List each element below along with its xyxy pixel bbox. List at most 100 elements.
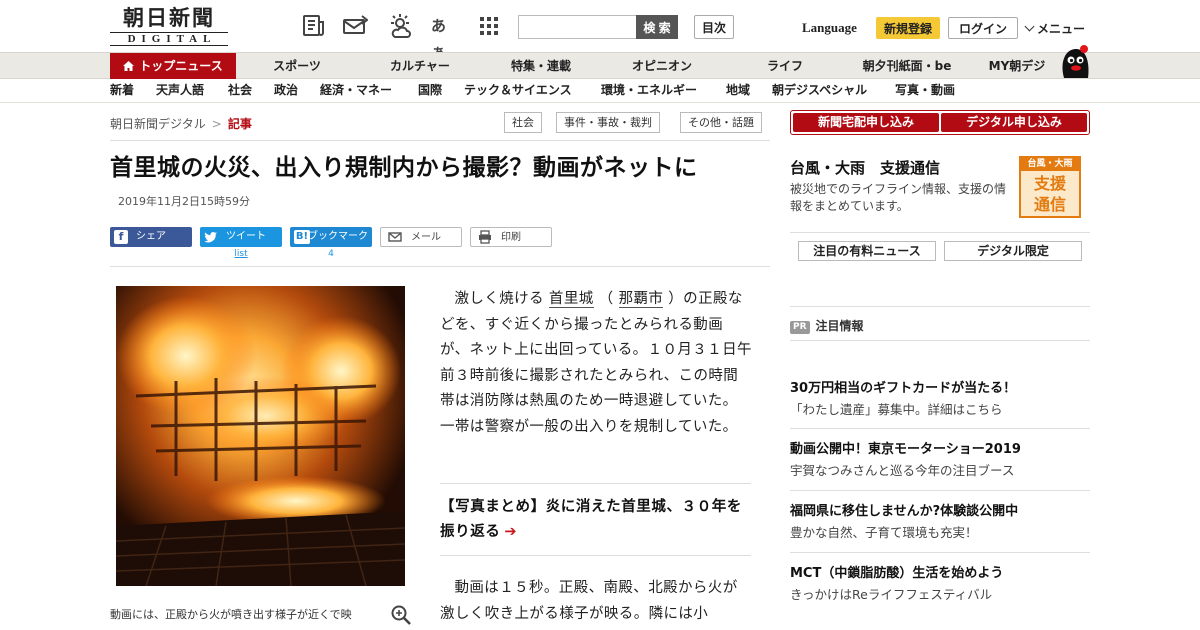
login-button[interactable]: ログイン <box>948 17 1018 39</box>
tag-incidents[interactable]: 事件・事故・裁判 <box>556 112 660 133</box>
logo-kanji: 朝日新聞 <box>123 5 215 30</box>
subnav-item-new[interactable]: 新着 <box>110 79 134 102</box>
facebook-icon: f <box>114 230 128 244</box>
article-headline: 首里城の火災、出入り規制内から撮影？動画がネットに <box>110 155 698 181</box>
fire-photo-image <box>116 286 405 586</box>
subnav-item-international[interactable]: 国際 <box>418 79 442 102</box>
divider <box>110 140 770 141</box>
pr-heading: PR 注目情報 <box>790 317 864 334</box>
twitter-count[interactable]: list <box>200 249 282 259</box>
paper-subscribe-button[interactable]: 新聞宅配申し込み <box>793 113 939 132</box>
logo-roman: DIGITAL <box>110 32 228 46</box>
subnav-item-environment[interactable]: 環境・エネルギー <box>601 79 697 102</box>
bookmark-label: ブックマーク <box>308 231 368 242</box>
nav-item-features[interactable]: 特集・連載 <box>500 53 582 79</box>
mascot-icon[interactable] <box>1058 44 1092 80</box>
mail-icon[interactable] <box>342 13 368 39</box>
body-text: （ <box>598 291 614 307</box>
divider <box>440 483 751 484</box>
weather-icon[interactable] <box>387 13 413 39</box>
envelope-icon <box>388 232 402 242</box>
nav-item-culture[interactable]: カルチャー <box>380 53 460 79</box>
related-link-text: 【写真まとめ】炎に消えた首里城、３０年を振り返る <box>440 499 742 540</box>
printer-icon <box>479 230 491 244</box>
site-header: 朝日新聞 DIGITAL あぁ 検 索 目次 Language 新規登録 ログイ… <box>0 0 1200 61</box>
chevron-down-icon <box>1024 21 1035 32</box>
keyword-link-shurijo[interactable]: 首里城 <box>548 291 594 308</box>
nav-label: トップニュース <box>139 59 223 73</box>
hatena-count[interactable]: 4 <box>290 249 372 259</box>
breadcrumb-home[interactable]: 朝日新聞デジタル <box>110 117 206 131</box>
nav-item-my-asadigi[interactable]: MY朝デジ <box>982 53 1052 79</box>
subnav-item-tenseijingo[interactable]: 天声人語 <box>156 79 204 102</box>
digital-subscribe-button[interactable]: デジタル申し込み <box>941 113 1087 132</box>
subnav-item-tech-science[interactable]: テック＆サイエンス <box>464 79 572 102</box>
font-size-icon[interactable]: あぁ <box>431 13 457 61</box>
pr-badge: PR <box>790 321 810 334</box>
keyword-link-naha[interactable]: 那覇市 <box>618 291 664 308</box>
print-label: 印刷 <box>501 232 521 243</box>
typhoon-support-badge[interactable]: 台風・大雨 支援 通信 <box>1019 156 1081 218</box>
language-link[interactable]: Language <box>802 20 857 36</box>
article-body-paragraph-2: 動画は１５秒。正殿、南殿、北殿から火が激しく吹き上がる様子が映る。隣には小 <box>440 580 738 622</box>
nav-item-opinion[interactable]: オピニオン <box>622 53 702 79</box>
divider <box>790 232 1090 233</box>
divider <box>790 306 1090 307</box>
arrow-right-icon: ➔ <box>504 524 518 540</box>
newspaper-icon[interactable] <box>301 13 327 39</box>
divider <box>110 266 770 267</box>
pr-ad-item[interactable]: MCT（中鎖脂肪酸）生活を始めよう きっかけはReライフフェスティバル <box>790 565 1090 604</box>
divider <box>790 428 1090 429</box>
asahi-digital-logo[interactable]: 朝日新聞 DIGITAL <box>110 6 228 48</box>
pr-ad-item[interactable]: 福岡県に移住しませんか?体験談公開中 豊かな自然、子育て環境も充実！ <box>790 503 1090 542</box>
body-text: 激しく焼ける <box>454 291 544 307</box>
related-article-link[interactable]: 【写真まとめ】炎に消えた首里城、３０年を振り返る ➔ <box>440 495 752 545</box>
photo-caption: 動画には、正殿から火が噴き出す様子が近くで映 <box>110 608 352 621</box>
tab-digital-only[interactable]: デジタル限定 <box>944 241 1082 261</box>
divider <box>440 555 751 556</box>
hatena-bookmark-button[interactable]: B! ブックマーク <box>290 227 372 247</box>
ad-title: 30万円相当のギフトカードが当たる！ <box>790 381 1017 396</box>
search-button[interactable]: 検 索 <box>636 15 678 39</box>
mail-share-button[interactable]: メール <box>380 227 462 247</box>
search-input[interactable] <box>518 15 638 39</box>
tab-paid-news[interactable]: 注目の有料ニュース <box>798 241 936 261</box>
tweet-label: ツイート <box>226 231 266 242</box>
nav-item-paper[interactable]: 朝夕刊紙面・be <box>856 53 958 79</box>
subnav-item-politics[interactable]: 政治 <box>274 79 298 102</box>
tag-society[interactable]: 社会 <box>504 112 542 133</box>
zoom-icon[interactable] <box>390 604 412 626</box>
ad-desc: 豊かな自然、子育て環境も充実！ <box>790 525 978 540</box>
pr-ad-item[interactable]: 動画公開中！東京モーターショー2019 宇賀なつみさんと巡る今年の注目ブース <box>790 441 1090 480</box>
tag-other-topics[interactable]: その他・話題 <box>680 112 762 133</box>
nav-item-sports[interactable]: スポーツ <box>262 53 332 79</box>
grid-icon[interactable] <box>476 13 502 39</box>
subnav-item-special[interactable]: 朝デジスペシャル <box>772 79 867 102</box>
badge-main-label-2: 通信 <box>1033 195 1066 214</box>
typhoon-support-title[interactable]: 台風・大雨 支援通信 <box>790 157 940 178</box>
subnav-item-society[interactable]: 社会 <box>228 79 252 102</box>
typhoon-support-desc: 被災地でのライフライン情報、支援の情報をまとめています。 <box>790 182 1007 213</box>
body-text: ）の正殿などを、すぐ近くから撮ったとみられる動画が、ネット上に出回っている。１０… <box>440 291 752 435</box>
pr-ad-item[interactable]: 30万円相当のギフトカードが当たる！ 「わたし遺産」募集中。詳細はこちら <box>790 380 1090 419</box>
nav-item-life[interactable]: ライフ <box>758 53 812 79</box>
ad-desc: きっかけはReライフフェスティバル <box>790 587 993 602</box>
nav-item-top-news[interactable]: トップニュース <box>110 53 236 79</box>
subnav-item-photo-video[interactable]: 写真・動画 <box>895 79 955 102</box>
article-photo[interactable] <box>116 286 405 586</box>
facebook-share-button[interactable]: f シェア <box>110 227 192 247</box>
ad-title: 福岡県に移住しませんか?体験談公開中 <box>790 504 1019 519</box>
twitter-share-button[interactable]: ツイート <box>200 227 282 247</box>
ad-title: 動画公開中！東京モーターショー2019 <box>790 442 1021 457</box>
toc-button[interactable]: 目次 <box>694 15 734 39</box>
ad-title: MCT（中鎖脂肪酸）生活を始めよう <box>790 566 1004 581</box>
menu-button[interactable]: メニュー <box>1024 20 1085 37</box>
register-button[interactable]: 新規登録 <box>876 17 940 39</box>
home-icon <box>123 61 135 71</box>
print-button[interactable]: 印刷 <box>470 227 552 247</box>
breadcrumb-separator: > <box>211 117 222 131</box>
divider <box>790 552 1090 553</box>
subnav-item-economy[interactable]: 経済・マネー <box>320 79 392 102</box>
article-body-paragraph-1: 激しく焼ける 首里城 （ 那覇市 ）の正殿などを、すぐ近くから撮ったとみられる動… <box>440 287 752 440</box>
subnav-item-region[interactable]: 地域 <box>726 79 750 102</box>
